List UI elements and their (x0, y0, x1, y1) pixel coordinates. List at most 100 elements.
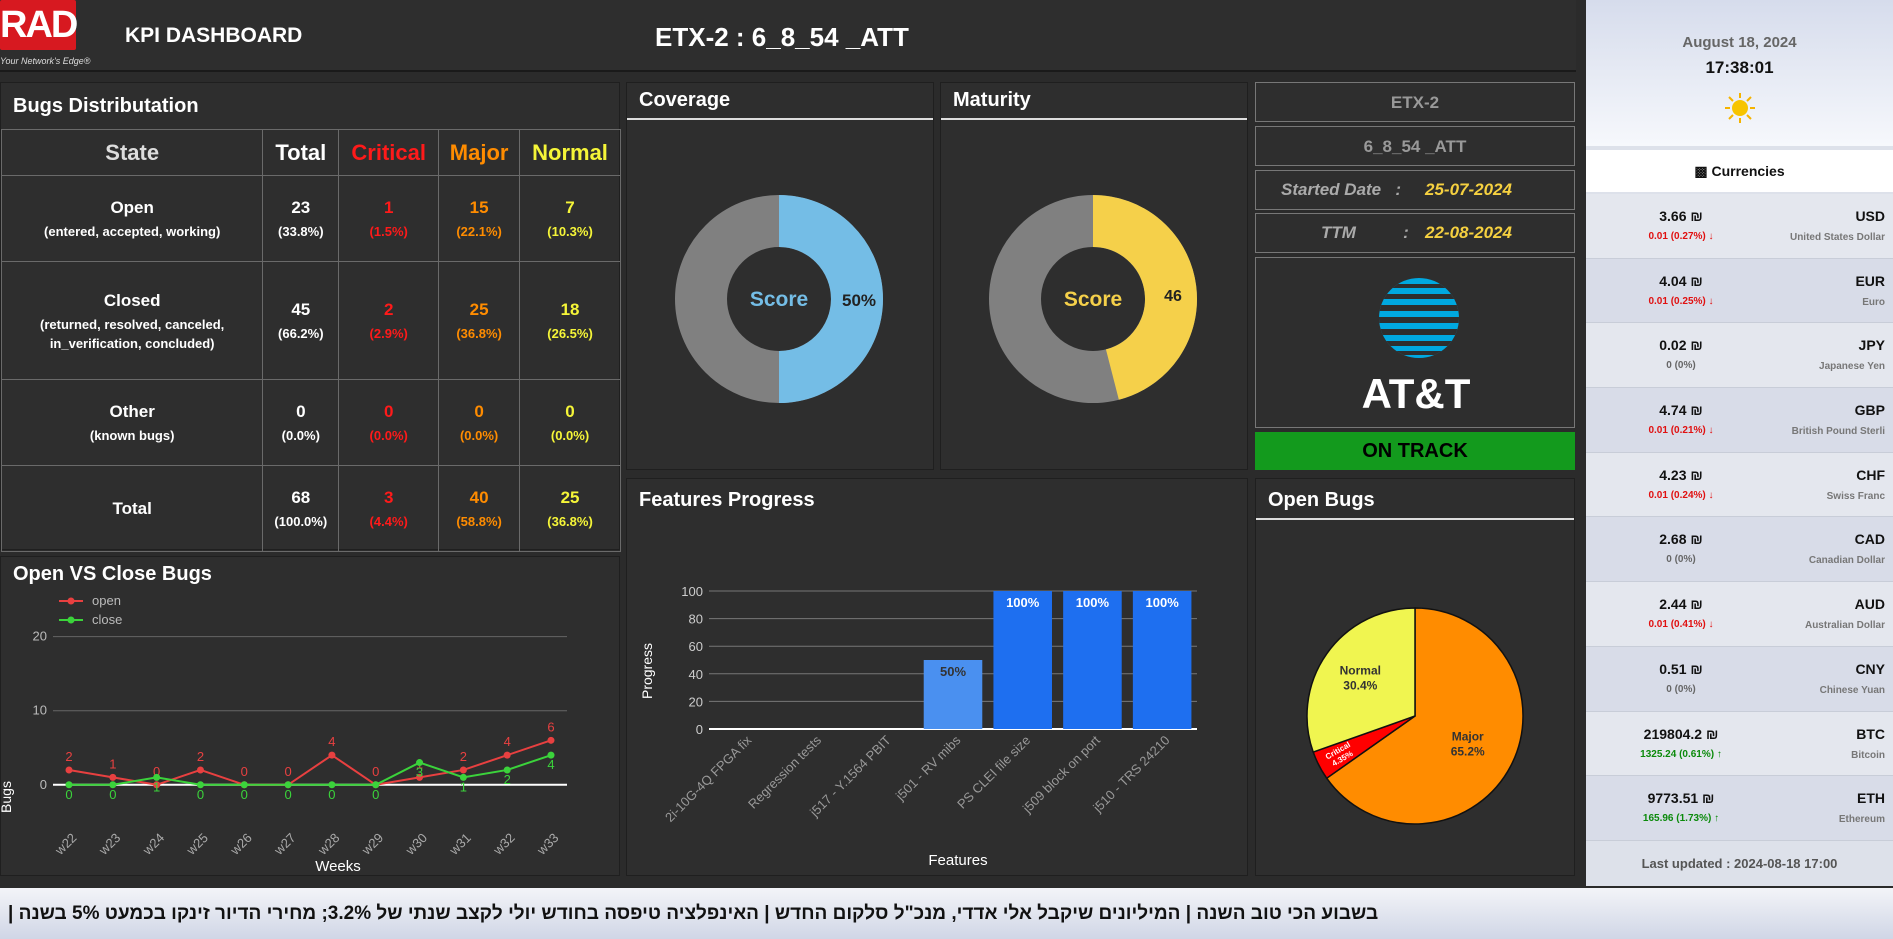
x-tick-label: PS CLEI file size (954, 733, 1033, 812)
currency-code: CAD (1854, 531, 1885, 548)
currency-value: 0.51 ₪ (1659, 660, 1703, 677)
y-tick-label: 10 (33, 703, 47, 718)
data-label-open: 2 (197, 749, 204, 764)
critical-value: 3 (383, 488, 394, 507)
features-progress-title: Features Progress (639, 489, 815, 511)
bar (1132, 591, 1192, 729)
major-pct: (22.1%) (456, 224, 502, 239)
data-label-close: 3 (416, 765, 423, 780)
coverage-title: Coverage (627, 83, 933, 120)
bar (993, 591, 1052, 729)
features-progress-panel: Features Progress 0 20 40 60 80 100 2i-10G-4Q … (626, 478, 1248, 876)
x-tick-label: w22 (51, 830, 79, 858)
x-tick-label: w29 (358, 830, 386, 858)
pie-pct-major: 65.2% (1451, 744, 1485, 758)
sidebar: August 18, 2024 17:38:01 ▩ Currencies 3.… (1586, 0, 1893, 886)
ttm-box: TTM : 22-08-2024 (1255, 213, 1575, 253)
data-point-open (328, 751, 336, 759)
major-cell: 0 (0.0%) (438, 379, 521, 466)
data-label-open: 4 (504, 734, 511, 749)
currency-name: Canadian Dollar (1808, 555, 1885, 567)
x-axis-label: Features (928, 852, 987, 869)
currency-value: 2.44 ₪ (1659, 596, 1703, 613)
critical-cell: 0 (0.0%) (338, 379, 440, 466)
major-pct: (0.0%) (459, 428, 499, 443)
x-tick-label: w26 (227, 830, 255, 858)
y-tick-label: 60 (689, 639, 703, 654)
maturity-panel: Maturity Score 46 (940, 82, 1248, 470)
major-cell: 15 (22.1%) (438, 175, 521, 262)
data-point-open (503, 751, 511, 759)
bugs-distribution-panel: Bugs Distributation State Total Critical… (0, 82, 621, 552)
y-tick-label: 80 (689, 612, 703, 627)
series-line-open (68, 739, 552, 786)
currencies-list: 3.66 ₪ 0.01 (0.27%) ↓ USD United States Dol… (1586, 194, 1893, 841)
open-vs-close-title: Open VS Close Bugs (13, 563, 212, 585)
version-name: 6_8_54 _ATT (1363, 137, 1467, 156)
data-point-open (459, 766, 467, 774)
currency-code: ETH (1857, 790, 1885, 807)
major-value: 25 (469, 300, 489, 319)
currency-row-eur: 4.04 ₪ 0.01 (0.25%) ↓ EUR Euro (1586, 258, 1893, 324)
state-desc: (entered, accepted, working) (44, 224, 221, 239)
open-bugs-panel: Open Bugs Major 65.2% Critical 4.35% Normal 3… (1255, 478, 1575, 876)
col-header-state: State (0, 129, 264, 176)
currency-row-aud: 2.44 ₪ 0.01 (0.41%) ↓ AUD Australian Dollar (1586, 582, 1893, 647)
maturity-title: Maturity (941, 83, 1247, 120)
currency-change: 0.01 (0.24%) ↓ (1648, 489, 1714, 501)
product-name: ETX-2 (1390, 93, 1440, 112)
maturity-score-label: Score (1064, 288, 1122, 311)
y-tick-label: 0 (696, 722, 703, 737)
currency-change: 0.01 (0.41%) ↓ (1648, 619, 1714, 631)
currency-code: GBP (1854, 402, 1885, 419)
x-tick-label: w30 (402, 830, 430, 858)
currencies-title: Currencies (1711, 163, 1785, 179)
normal-value: 7 (565, 198, 575, 217)
coverage-score-label: Score (750, 288, 808, 311)
dashboard: RAD Your Network's Edge® KPI DASHBOARD E… (0, 0, 1893, 939)
state-name: Closed (103, 290, 161, 310)
total-pct: (100.0%) (274, 514, 328, 529)
currency-name: Euro (1862, 296, 1885, 308)
maturity-donut: Score 46 (989, 195, 1197, 403)
currency-value: 4.04 ₪ (1659, 272, 1703, 289)
state-desc-line2: in_verification, concluded) (49, 335, 215, 351)
open-bugs-title: Open Bugs (1256, 479, 1574, 520)
x-tick-label: Regression tests (745, 732, 824, 811)
critical-pct: (0.0%) (369, 428, 408, 443)
started-date-box: Started Date : 25-07-2024 (1255, 170, 1575, 210)
pie-pct-normal: 30.4% (1343, 678, 1377, 692)
currency-change: 0 (0%) (1666, 360, 1696, 372)
state-desc: (returned, resolved, canceled, (40, 316, 225, 332)
data-label-close: 0 (328, 787, 335, 802)
legend-marker-close (67, 616, 75, 624)
currency-name: United States Dollar (1789, 232, 1885, 243)
ttm-value: 22-08-2024 (1425, 223, 1512, 242)
data-label-close: 0 (284, 787, 291, 802)
normal-pct: (26.5%) (547, 326, 593, 341)
total-value: 23 (291, 198, 311, 217)
ttm-label: TTM : (1265, 223, 1415, 243)
x-tick-label: w32 (490, 830, 518, 858)
normal-cell: 0 (0.0%) (519, 379, 621, 466)
time-label: 17:38:01 (1705, 58, 1774, 77)
critical-pct: (4.4%) (369, 514, 408, 529)
date-label: August 18, 2024 (1682, 34, 1797, 51)
data-label-open: 2 (65, 749, 72, 764)
state-name: Other (109, 402, 155, 421)
att-logo-text: AT&T (1362, 370, 1471, 417)
x-tick-label: w27 (270, 830, 298, 858)
currency-code: BTC (1856, 725, 1885, 742)
data-label-open: 6 (547, 719, 554, 734)
x-tick-label: j501 - RV mibs (892, 732, 964, 804)
currency-row-chf: 4.23 ₪ 0.01 (0.24%) ↓ CHF Swiss Franc (1586, 452, 1893, 518)
bugs-distribution-title: Bugs Distributation (13, 95, 199, 117)
currency-value: 4.23 ₪ (1659, 466, 1703, 483)
data-point-open (196, 766, 204, 774)
currency-value: 4.74 ₪ (1659, 402, 1703, 419)
currency-code: EUR (1855, 272, 1885, 289)
data-label-close: 0 (241, 787, 248, 802)
y-axis-label: Bugs (1, 781, 14, 813)
total-pct: (0.0%) (281, 428, 320, 443)
state-name: Total (112, 498, 152, 518)
